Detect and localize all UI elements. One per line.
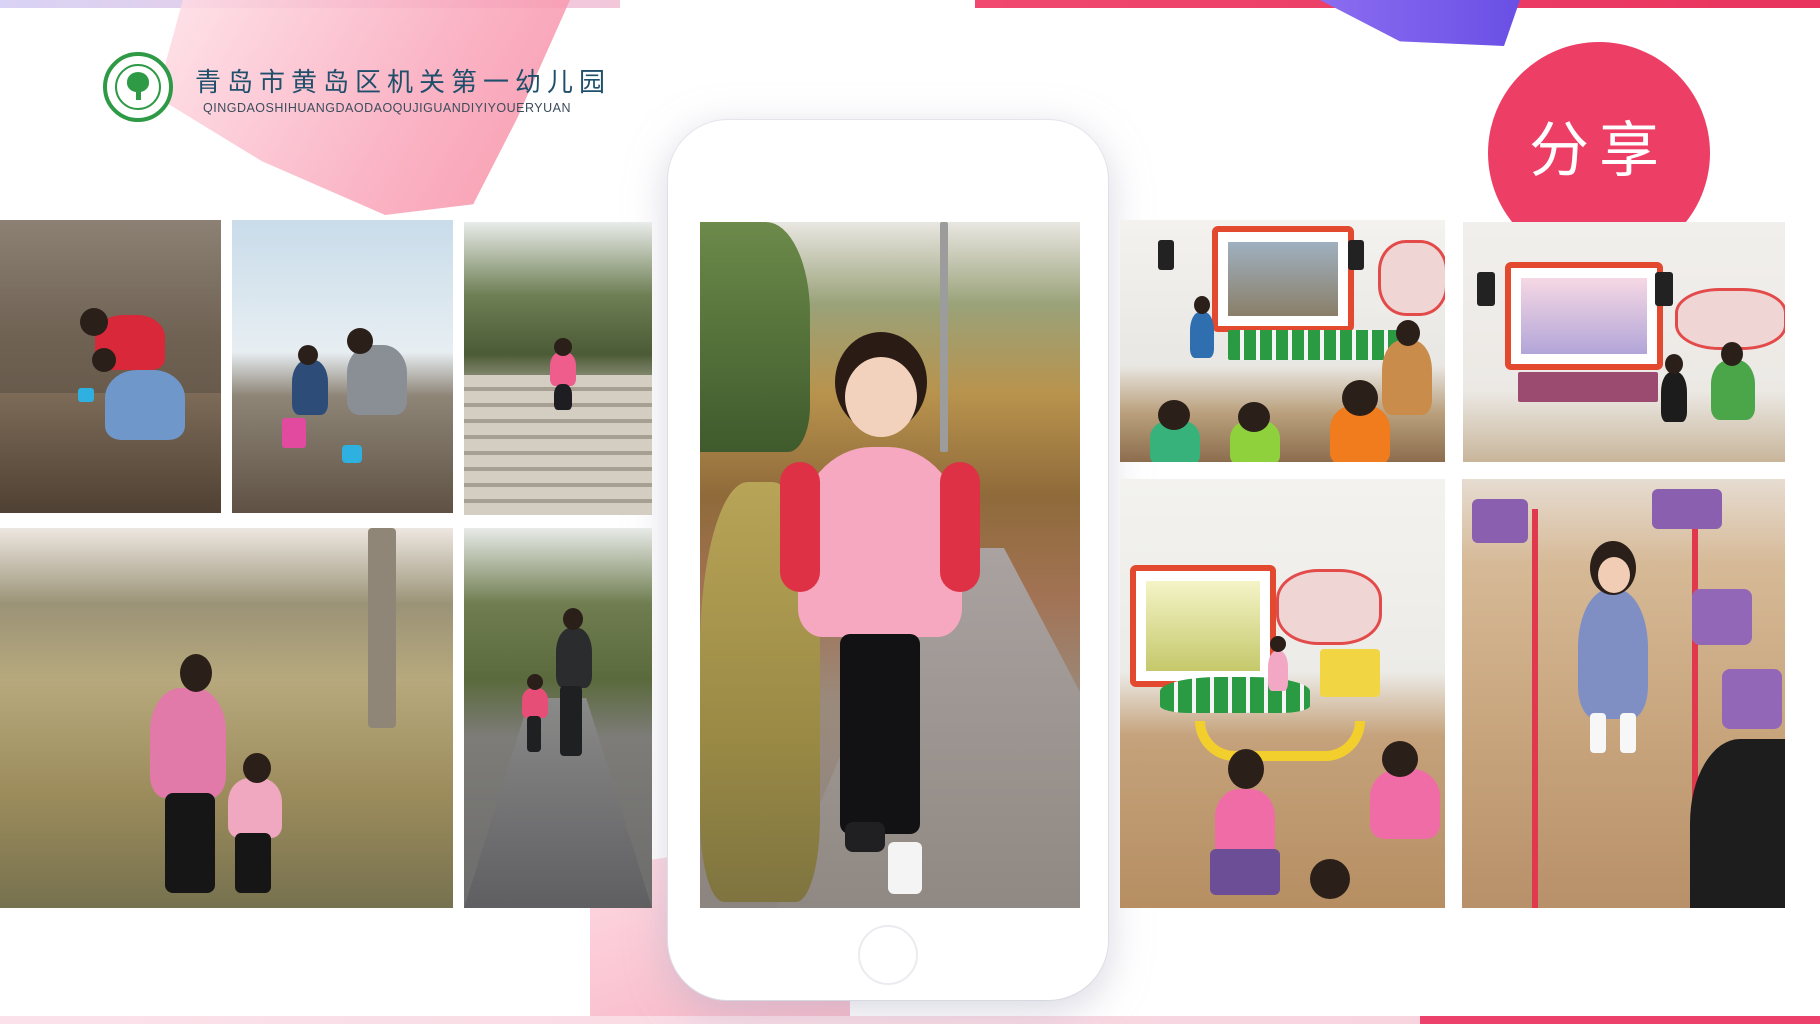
photo-park-steps — [464, 222, 652, 515]
photo-classroom-circle — [1120, 479, 1445, 908]
purple-decoration — [1320, 0, 1520, 46]
photo-classroom-presentation — [1120, 220, 1445, 462]
photo-classroom-show — [1462, 479, 1785, 908]
school-pinyin: QINGDAOSHIHUANGDAODAOQUJIGUANDIYIYOUERYU… — [203, 101, 572, 115]
photo-beach-father — [232, 220, 453, 513]
bottom-accent-bar-right — [1420, 1016, 1820, 1024]
photo-beach-digging — [0, 220, 221, 513]
photo-featured-girl — [700, 222, 1080, 908]
school-tree-emblem-icon — [103, 52, 173, 122]
school-name: 青岛市黄岛区机关第一幼儿园 — [195, 68, 612, 98]
bottom-accent-bar-left — [0, 1016, 1420, 1024]
photo-classroom-teacher — [1463, 222, 1785, 462]
share-label: 分享 — [1529, 116, 1669, 186]
phone-home-button — [858, 925, 918, 985]
photo-path-father — [464, 528, 652, 908]
photo-reeds-mother — [0, 528, 453, 908]
